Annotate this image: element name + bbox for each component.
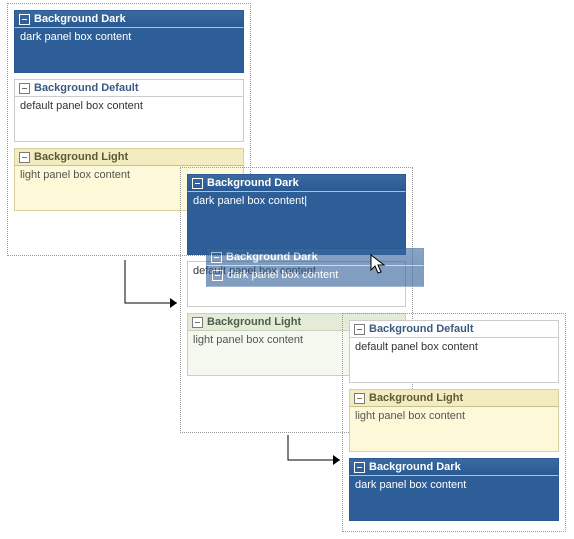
panel-dark[interactable]: Background Dark dark panel box content [14, 10, 244, 73]
collapse-icon[interactable] [192, 178, 203, 189]
panel-title: Background Dark [207, 177, 299, 189]
panel-title: Background Default [369, 323, 474, 335]
panel-header-default[interactable]: Background Default [14, 79, 244, 97]
panel-body-default: default panel box content [187, 261, 406, 307]
panel-body-default: default panel box content [14, 97, 244, 142]
panel-title: Background Light [207, 316, 301, 328]
panel-title: Background Default [34, 82, 139, 94]
panel-title: Background Dark [34, 13, 126, 25]
panel-light[interactable]: Background Light light panel box content [349, 389, 559, 452]
panel-default[interactable]: default panel box content [187, 261, 406, 307]
panel-dark[interactable]: Background Dark dark panel box content [349, 458, 559, 521]
collapse-icon[interactable] [354, 324, 365, 335]
panel-body-dark: dark panel box content [349, 476, 559, 521]
panel-body-dark: dark panel box content [14, 28, 244, 73]
frame-3: Background Default default panel box con… [342, 313, 566, 532]
panel-body-default: default panel box content [349, 338, 559, 383]
collapse-icon[interactable] [19, 14, 30, 25]
panel-header-dark[interactable]: Background Dark [349, 458, 559, 476]
panel-header-light[interactable]: Background Light [14, 148, 244, 166]
panel-body-light: light panel box content [349, 407, 559, 452]
panel-header-default[interactable]: Background Default [349, 320, 559, 338]
flow-arrow-2 [278, 433, 356, 475]
panel-dark[interactable]: Background Dark dark panel box content| [187, 174, 406, 255]
panel-header-light[interactable]: Background Light [349, 389, 559, 407]
panel-header-dark[interactable]: Background Dark [187, 174, 406, 192]
panel-title: Background Light [34, 151, 128, 163]
panel-default[interactable]: Background Default default panel box con… [349, 320, 559, 383]
collapse-icon[interactable] [19, 152, 30, 163]
panel-body-dark: dark panel box content| [187, 192, 406, 255]
collapse-icon[interactable] [354, 393, 365, 404]
panel-default[interactable]: Background Default default panel box con… [14, 79, 244, 142]
collapse-icon[interactable] [19, 83, 30, 94]
panel-title: Background Dark [369, 461, 461, 473]
collapse-icon[interactable] [192, 317, 203, 328]
panel-header-dark[interactable]: Background Dark [14, 10, 244, 28]
panel-title: Background Light [369, 392, 463, 404]
flow-arrow-1 [115, 258, 193, 318]
